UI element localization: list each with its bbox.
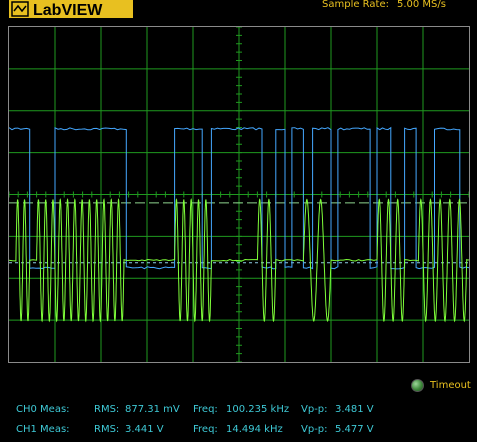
labview-logo: LabVIEW [9, 0, 133, 18]
ch0-meas-label: CH0 Meas: [16, 404, 70, 415]
sample-rate-label: Sample Rate: [322, 0, 389, 10]
ch0-freq-label: Freq: [193, 404, 218, 415]
sample-rate-readout: Sample Rate: 5.00 MS/s [322, 0, 446, 10]
ch1-rms-label: RMS: [94, 424, 120, 435]
ch1-vpp-label: Vp-p: [301, 424, 328, 435]
logo-text: LabVIEW [33, 2, 103, 18]
ch1-rms-value: 3.441 V [125, 424, 164, 435]
ch0-freq-value: 100.235 kHz [226, 404, 290, 415]
ch0-vpp-label: Vp-p: [301, 404, 328, 415]
ch1-meas-label: CH1 Meas: [16, 424, 70, 435]
sample-rate-value: 5.00 MS/s [396, 0, 446, 10]
timeout-label: Timeout [430, 380, 471, 391]
ch0-vpp-value: 3.481 V [335, 404, 374, 415]
ch0-rms-value: 877.31 mV [125, 404, 180, 415]
ch1-freq-value: 14.494 kHz [226, 424, 283, 435]
oscilloscope-display[interactable] [9, 27, 469, 362]
ch0-rms-label: RMS: [94, 404, 120, 415]
ch1-freq-label: Freq: [193, 424, 218, 435]
timeout-indicator-led [411, 379, 424, 392]
ch1-vpp-value: 5.477 V [335, 424, 374, 435]
